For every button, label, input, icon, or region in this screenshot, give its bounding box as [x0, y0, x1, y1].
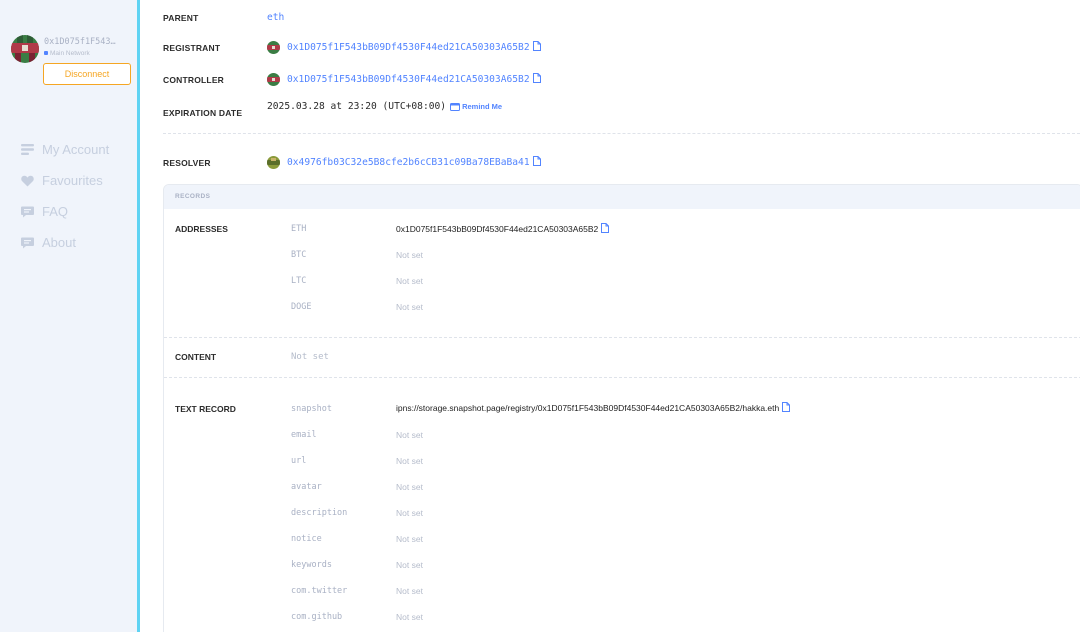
divider: [163, 133, 1080, 134]
controller-value: 0x1D075f1F543bB09Df4530F44ed21CA50303A65…: [267, 73, 541, 86]
record-value-com-twitter: Not set: [396, 586, 423, 596]
record-value-snapshot: ipns://storage.snapshot.page/registry/0x…: [396, 402, 791, 414]
remind-me-button[interactable]: Remind Me: [450, 102, 502, 111]
text-record-label: TEXT RECORD: [175, 404, 236, 414]
remind-me-label: Remind Me: [462, 102, 503, 111]
record-key-avatar: avatar: [291, 482, 322, 492]
registrant-address-link[interactable]: 0x1D075f1F543bB09Df4530F44ed21CA50303A65…: [287, 42, 530, 53]
chat-icon: [20, 236, 34, 250]
record-value-ltc: Not set: [396, 276, 423, 286]
divider: [164, 377, 1080, 378]
record-key-keywords: keywords: [291, 560, 332, 570]
network-name: Main Network: [50, 50, 90, 57]
record-key-eth: ETH: [291, 224, 307, 234]
copy-icon[interactable]: [532, 73, 541, 86]
parent-label: PARENT: [163, 13, 199, 23]
record-key-snapshot: snapshot: [291, 404, 332, 414]
calendar-icon: [450, 103, 461, 111]
record-value-url: Not set: [396, 456, 423, 466]
controller-address-link[interactable]: 0x1D075f1F543bB09Df4530F44ed21CA50303A65…: [287, 74, 530, 85]
avatar: [11, 35, 39, 63]
record-value-keywords: Not set: [396, 560, 423, 570]
sidebar-item-about[interactable]: About: [20, 227, 109, 258]
chat-icon: [20, 205, 34, 219]
avatar: [267, 156, 280, 169]
record-value-notice: Not set: [396, 534, 423, 544]
registrant-label: REGISTRANT: [163, 43, 221, 53]
record-key-com-twitter: com.twitter: [291, 586, 348, 596]
content-label: CONTENT: [175, 352, 217, 362]
avatar: [267, 41, 280, 54]
copy-icon[interactable]: [782, 402, 791, 414]
sidebar-item-label: Favourites: [42, 173, 103, 188]
sidebar-item-label: My Account: [42, 142, 110, 157]
avatar: [267, 73, 280, 86]
records-panel: RECORDS ADDRESSES ETH 0x1D075f1F543bB09D…: [163, 184, 1080, 632]
expiration-label: EXPIRATION DATE: [163, 108, 243, 118]
network-dot-icon: [44, 51, 48, 56]
record-key-notice: notice: [291, 534, 322, 544]
record-value-eth: 0x1D075f1F543bB09Df4530F44ed21CA50303A65…: [396, 223, 610, 235]
record-key-doge: DOGE: [291, 302, 312, 312]
list-icon: [20, 143, 34, 157]
record-key-btc: BTC: [291, 250, 307, 260]
controller-label: CONTROLLER: [163, 75, 225, 85]
sidebar-nav: My Account Favourites FAQ About: [20, 134, 109, 258]
name-details: PARENT eth REGISTRANT 0x1D075f1F543bB09D…: [143, 0, 1080, 632]
record-key-email: email: [291, 430, 317, 440]
expiration-value: 2025.03.28 at 23:20 (UTC+08:00) Remind M…: [267, 101, 502, 112]
heart-icon: [20, 174, 34, 188]
expiration-date: 2025.03.28 at 23:20 (UTC+08:00): [267, 101, 447, 112]
sidebar-item-favourites[interactable]: Favourites: [20, 165, 109, 196]
registrant-value: 0x1D075f1F543bB09Df4530F44ed21CA50303A65…: [267, 41, 541, 54]
record-value-avatar: Not set: [396, 482, 423, 492]
sidebar-item-faq[interactable]: FAQ: [20, 196, 109, 227]
disconnect-button[interactable]: Disconnect: [43, 63, 131, 85]
sidebar-item-label: FAQ: [42, 204, 69, 219]
addresses-label: ADDRESSES: [175, 224, 228, 234]
copy-icon[interactable]: [532, 156, 541, 169]
copy-icon[interactable]: [601, 223, 610, 235]
record-value-email: Not set: [396, 430, 423, 440]
record-key-url: url: [291, 456, 307, 466]
record-key-ltc: LTC: [291, 276, 307, 286]
record-key-com-github: com.github: [291, 612, 343, 622]
network-label: Main Network: [44, 50, 90, 57]
copy-icon[interactable]: [532, 41, 541, 54]
eth-address-value: 0x1D075f1F543bB09Df4530F44ed21CA50303A65…: [396, 224, 599, 234]
resolver-label: RESOLVER: [163, 158, 211, 168]
records-header: RECORDS: [164, 185, 1080, 209]
account-address: 0x1D075f1F543…: [44, 37, 116, 47]
sidebar-item-my-account[interactable]: My Account: [20, 134, 109, 165]
record-value-description: Not set: [396, 508, 423, 518]
snapshot-value: ipns://storage.snapshot.page/registry/0x…: [396, 403, 780, 413]
resolver-address-link[interactable]: 0x4976fb03C32e5B8cfe2b6cCB31c09Ba78EBaBa…: [287, 157, 530, 168]
record-value-com-github: Not set: [396, 612, 423, 622]
parent-link[interactable]: eth: [267, 12, 284, 23]
divider: [164, 337, 1080, 338]
record-value-btc: Not set: [396, 250, 423, 260]
content-value: Not set: [291, 352, 329, 362]
sidebar-item-label: About: [42, 235, 76, 250]
app: 0x1D075f1F543… Main Network Disconnect M…: [0, 0, 1080, 632]
record-value-doge: Not set: [396, 302, 423, 312]
sidebar: 0x1D075f1F543… Main Network Disconnect M…: [0, 0, 140, 632]
record-key-description: description: [291, 508, 348, 518]
resolver-value: 0x4976fb03C32e5B8cfe2b6cCB31c09Ba78EBaBa…: [267, 156, 541, 169]
